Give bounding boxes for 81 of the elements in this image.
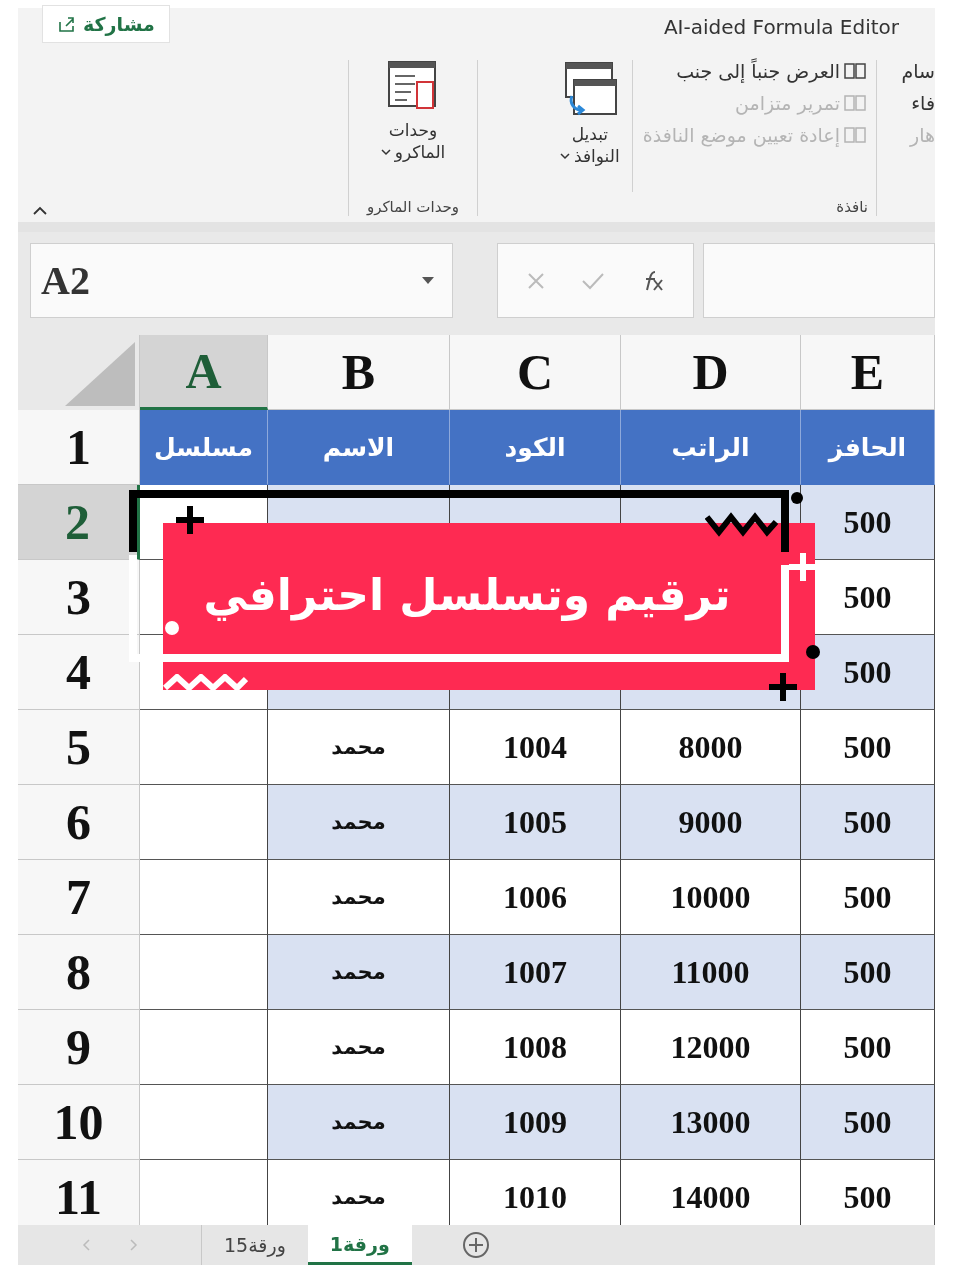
row-header[interactable]: 1: [18, 410, 140, 485]
row-header[interactable]: 6: [18, 785, 140, 860]
caret-icon: [380, 148, 391, 156]
table-cell: 1005: [450, 785, 621, 860]
ribbon-command[interactable]: العرض جنباً إلى جنب: [642, 60, 866, 82]
table-cell: محمد: [268, 785, 450, 860]
banner-title: ترقيم وتسلسل احترافي: [203, 569, 731, 620]
sheet-tab[interactable]: ورقة1: [307, 1225, 412, 1265]
table-cell: 500: [801, 1085, 935, 1160]
table-cell: محمد: [268, 1085, 450, 1160]
ribbon-command[interactable]: سام: [877, 60, 935, 82]
table-cell: 12000: [621, 1010, 801, 1085]
plus-icon: [789, 553, 817, 581]
table-cell: 500: [801, 635, 935, 710]
dot-icon: [165, 621, 179, 635]
cancel-icon[interactable]: [525, 270, 546, 291]
table-cell: 1007: [450, 935, 621, 1010]
table-cell: 500: [801, 485, 935, 560]
header-cell: الاسم: [268, 410, 450, 485]
group-label: وحدات الماكرو: [365, 198, 461, 218]
table-cell: 500: [801, 1010, 935, 1085]
previous-icon[interactable]: [81, 1239, 90, 1251]
column-header[interactable]: B: [268, 335, 450, 410]
column-header[interactable]: D: [621, 335, 801, 410]
table-cell: 13000: [621, 1085, 801, 1160]
table-cell: 1009: [450, 1085, 621, 1160]
plus-icon: [176, 506, 204, 534]
column-header[interactable]: C: [450, 335, 621, 410]
group-label: نافذة: [835, 198, 869, 218]
plus-icon: [769, 673, 797, 701]
row-header[interactable]: 11: [18, 1160, 140, 1225]
row-header[interactable]: 5: [18, 710, 140, 785]
table-cell: 9000: [621, 785, 801, 860]
table-cell: 1004: [450, 710, 621, 785]
table-cell: محمد: [268, 1010, 450, 1085]
table-cell: محمد: [268, 860, 450, 935]
name-box[interactable]: A2: [30, 243, 453, 318]
row-header[interactable]: 9: [18, 1010, 140, 1085]
dot-icon: [806, 645, 820, 659]
select-all-icon[interactable]: [65, 342, 135, 406]
collapse-icon[interactable]: [32, 206, 48, 216]
table-cell: 500: [801, 785, 935, 860]
dot-icon: [791, 492, 803, 504]
window-pair-icon: [844, 61, 866, 81]
window-title: AI-aided Formula Editor: [663, 15, 899, 39]
share-icon: [57, 14, 77, 34]
row-header[interactable]: 4: [18, 635, 140, 710]
sheet-tab[interactable]: ورقة15: [202, 1225, 308, 1265]
header-cell: الكود: [450, 410, 621, 485]
table-cell: 500: [801, 935, 935, 1010]
header-cell: الحافز: [801, 410, 935, 485]
header-cell: مسلسل: [140, 410, 268, 485]
table-cell: 10000: [621, 860, 801, 935]
header-cell: الراتب: [621, 410, 801, 485]
zigzag-icon: [705, 512, 778, 537]
caret-icon: [560, 152, 571, 160]
table-cell: محمد: [268, 710, 450, 785]
table-cell: 8000: [621, 710, 801, 785]
switch-windows-button[interactable]: تبديل النوافذ: [547, 56, 632, 198]
table-cell: 11000: [621, 935, 801, 1010]
column-header[interactable]: E: [801, 335, 935, 410]
row-header[interactable]: 2: [18, 485, 140, 560]
table-cell: محمد: [268, 935, 450, 1010]
formula-input[interactable]: [703, 243, 935, 318]
row-header[interactable]: 10: [18, 1085, 140, 1160]
share-button[interactable]: مشاركة: [42, 5, 170, 43]
column-header[interactable]: A: [140, 335, 268, 410]
table-cell: 500: [801, 710, 935, 785]
next-icon[interactable]: [129, 1239, 138, 1251]
row-header[interactable]: 8: [18, 935, 140, 1010]
table-cell: 1008: [450, 1010, 621, 1085]
dropdown-icon: [422, 276, 434, 285]
row-header[interactable]: 7: [18, 860, 140, 935]
row-header[interactable]: 3: [18, 560, 140, 635]
table-cell: 500: [801, 860, 935, 935]
window-pair-icon: [844, 93, 866, 113]
window-pair-icon: [844, 125, 866, 145]
ribbon-command[interactable]: فاء: [877, 92, 935, 114]
zigzag-icon: [163, 674, 248, 690]
macros-button[interactable]: وحدات الماكرو: [368, 56, 458, 198]
table-cell: 1006: [450, 860, 621, 935]
